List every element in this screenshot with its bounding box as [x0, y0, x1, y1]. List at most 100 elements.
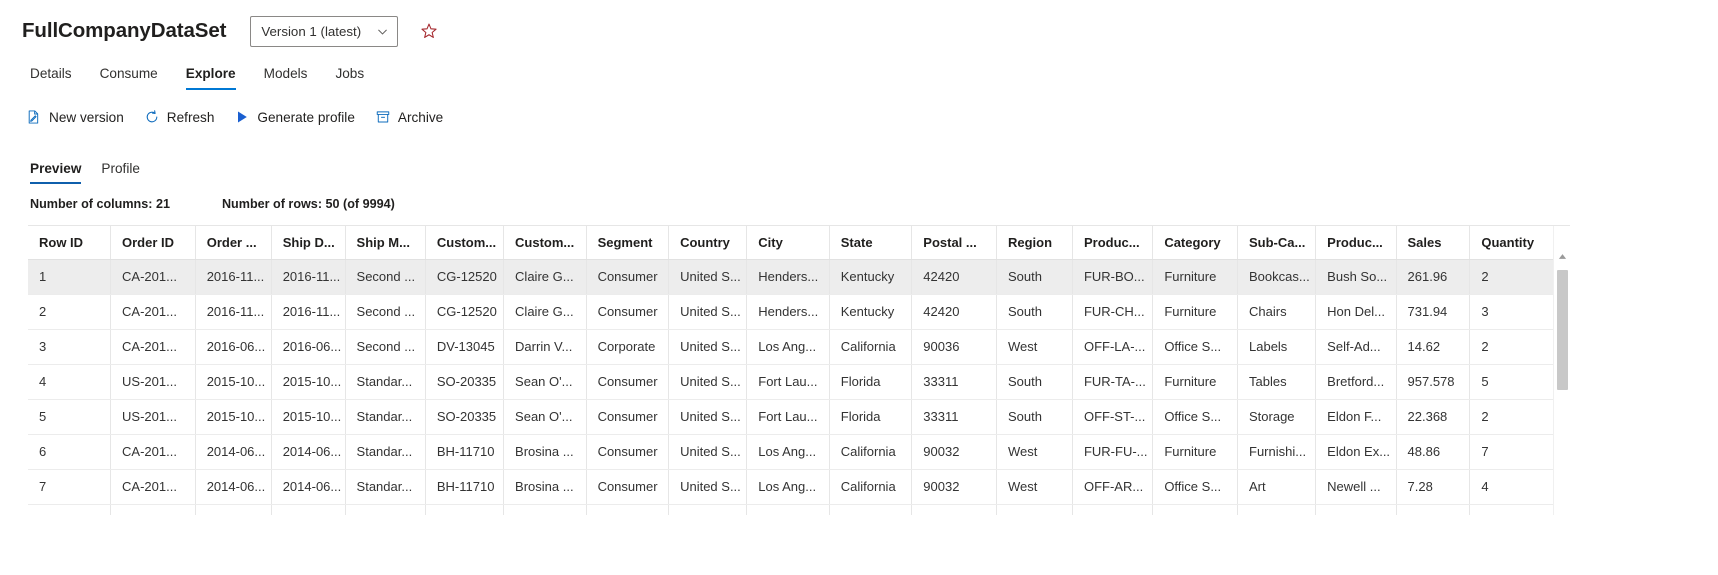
- refresh-button[interactable]: Refresh: [134, 101, 225, 133]
- table-cell: SO-20335: [425, 364, 505, 400]
- table-cell: Claire G...: [503, 294, 587, 330]
- table-cell: United S...: [668, 364, 748, 400]
- table-row[interactable]: 6 CA-201... 2014-06... 2014-06... Standar...…: [28, 434, 1570, 470]
- table-cell: [1152, 504, 1238, 515]
- column-header[interactable]: Custom...: [503, 226, 587, 260]
- scrollbar-thumb[interactable]: [1557, 270, 1568, 390]
- generate-profile-button[interactable]: Generate profile: [224, 101, 364, 133]
- table-cell: Furnishi...: [1237, 434, 1317, 470]
- table-cell: [1072, 504, 1154, 515]
- table-cell: CA-201...: [110, 469, 196, 505]
- column-header[interactable]: State: [829, 226, 913, 260]
- table-cell: Consumer: [586, 434, 670, 470]
- column-header[interactable]: Sales: [1396, 226, 1471, 260]
- table-row[interactable]: 4 US-201... 2015-10... 2015-10... Standar...…: [28, 364, 1570, 400]
- table-row[interactable]: [28, 504, 1570, 515]
- table-cell: Kentucky: [829, 259, 913, 295]
- table-cell: [503, 504, 587, 515]
- table-cell: Bush So...: [1315, 259, 1397, 295]
- table-cell: 1: [28, 259, 112, 295]
- table-cell: Office S...: [1152, 469, 1238, 505]
- table-cell: Henders...: [746, 294, 830, 330]
- table-cell: Bookcas...: [1237, 259, 1317, 295]
- table-cell: United S...: [668, 329, 748, 365]
- column-header[interactable]: Order ...: [195, 226, 272, 260]
- new-version-page-edit-icon: [26, 109, 42, 125]
- column-header[interactable]: Custom...: [425, 226, 505, 260]
- table-cell: 2016-11...: [195, 259, 272, 295]
- table-cell: [1237, 504, 1317, 515]
- star-outline-icon: [421, 23, 437, 38]
- table-cell: [271, 504, 346, 515]
- table-cell: 2014-06...: [271, 469, 346, 505]
- table-cell: [1396, 504, 1471, 515]
- table-cell: [668, 504, 748, 515]
- table-cell: Los Ang...: [746, 329, 830, 365]
- tab-jobs[interactable]: Jobs: [321, 66, 378, 90]
- table-row[interactable]: 7 CA-201... 2014-06... 2014-06... Standar...…: [28, 469, 1570, 505]
- row-count-label: Number of rows: 50 (of 9994): [221, 197, 395, 211]
- table-cell: CA-201...: [110, 259, 196, 295]
- table-cell: CA-201...: [110, 434, 196, 470]
- column-header[interactable]: Produc...: [1072, 226, 1154, 260]
- table-row[interactable]: 1 CA-201... 2016-11... 2016-11... Second ...…: [28, 259, 1570, 295]
- table-row[interactable]: 3 CA-201... 2016-06... 2016-06... Second ...…: [28, 329, 1570, 365]
- column-header[interactable]: Produc...: [1315, 226, 1397, 260]
- table-row[interactable]: 5 US-201... 2015-10... 2015-10... Standar...…: [28, 399, 1570, 435]
- vertical-scrollbar[interactable]: [1553, 226, 1570, 515]
- table-cell: Eldon F...: [1315, 399, 1397, 435]
- tab-profile[interactable]: Profile: [91, 161, 150, 184]
- column-header[interactable]: City: [746, 226, 830, 260]
- new-version-button[interactable]: New version: [24, 101, 134, 133]
- table-cell: Furniture: [1152, 259, 1238, 295]
- table-cell: CG-12520: [425, 294, 505, 330]
- caret-up-icon[interactable]: [1554, 248, 1570, 265]
- column-header[interactable]: Order ID: [110, 226, 196, 260]
- table-row[interactable]: 2 CA-201... 2016-11... 2016-11... Second ...…: [28, 294, 1570, 330]
- table-cell: Corporate: [586, 329, 670, 365]
- archive-button[interactable]: Archive: [365, 101, 453, 133]
- table-cell: CA-201...: [110, 329, 196, 365]
- table-cell: Fort Lau...: [746, 399, 830, 435]
- table-cell: Tables: [1237, 364, 1317, 400]
- table-cell: Consumer: [586, 469, 670, 505]
- table-cell: 7.28: [1396, 469, 1471, 505]
- play-triangle-icon: [234, 109, 250, 125]
- table-cell: Fort Lau...: [746, 364, 830, 400]
- table-cell: 48.86: [1396, 434, 1471, 470]
- tab-models[interactable]: Models: [250, 66, 322, 90]
- table-cell: Standar...: [345, 434, 426, 470]
- table-cell: 3: [28, 329, 112, 365]
- table-cell: OFF-AR...: [1072, 469, 1154, 505]
- table-cell: Darrin V...: [503, 329, 587, 365]
- version-dropdown[interactable]: Version 1 (latest): [250, 15, 399, 47]
- table-cell: United S...: [668, 294, 748, 330]
- table-cell: [28, 504, 112, 515]
- table-cell: US-201...: [110, 399, 196, 435]
- table-cell: FUR-FU-...: [1072, 434, 1154, 470]
- column-header[interactable]: Region: [996, 226, 1073, 260]
- column-header[interactable]: Ship M...: [345, 226, 426, 260]
- tab-preview[interactable]: Preview: [26, 161, 91, 184]
- tab-consume[interactable]: Consume: [86, 66, 172, 90]
- table-cell: Los Ang...: [746, 434, 830, 470]
- column-header[interactable]: Sub-Ca...: [1237, 226, 1317, 260]
- table-header-row: Row ID Order ID Order ... Ship D... Ship M..…: [28, 226, 1570, 260]
- column-header[interactable]: Segment: [586, 226, 670, 260]
- table-cell: [746, 504, 830, 515]
- tab-explore[interactable]: Explore: [172, 66, 250, 90]
- table-cell: 2016-06...: [271, 329, 346, 365]
- column-header[interactable]: Postal ...: [911, 226, 997, 260]
- table-cell: 7: [28, 469, 112, 505]
- column-header[interactable]: Country: [668, 226, 748, 260]
- table-cell: Office S...: [1152, 399, 1238, 435]
- column-header[interactable]: Row ID: [28, 226, 112, 260]
- favorite-button[interactable]: [418, 20, 440, 42]
- column-header[interactable]: Category: [1152, 226, 1238, 260]
- table-cell: 42420: [911, 259, 997, 295]
- table-cell: 261.96: [1396, 259, 1471, 295]
- table-cell: 2016-06...: [195, 329, 272, 365]
- tab-details[interactable]: Details: [22, 66, 86, 90]
- table-cell: 5: [28, 399, 112, 435]
- column-header[interactable]: Ship D...: [271, 226, 346, 260]
